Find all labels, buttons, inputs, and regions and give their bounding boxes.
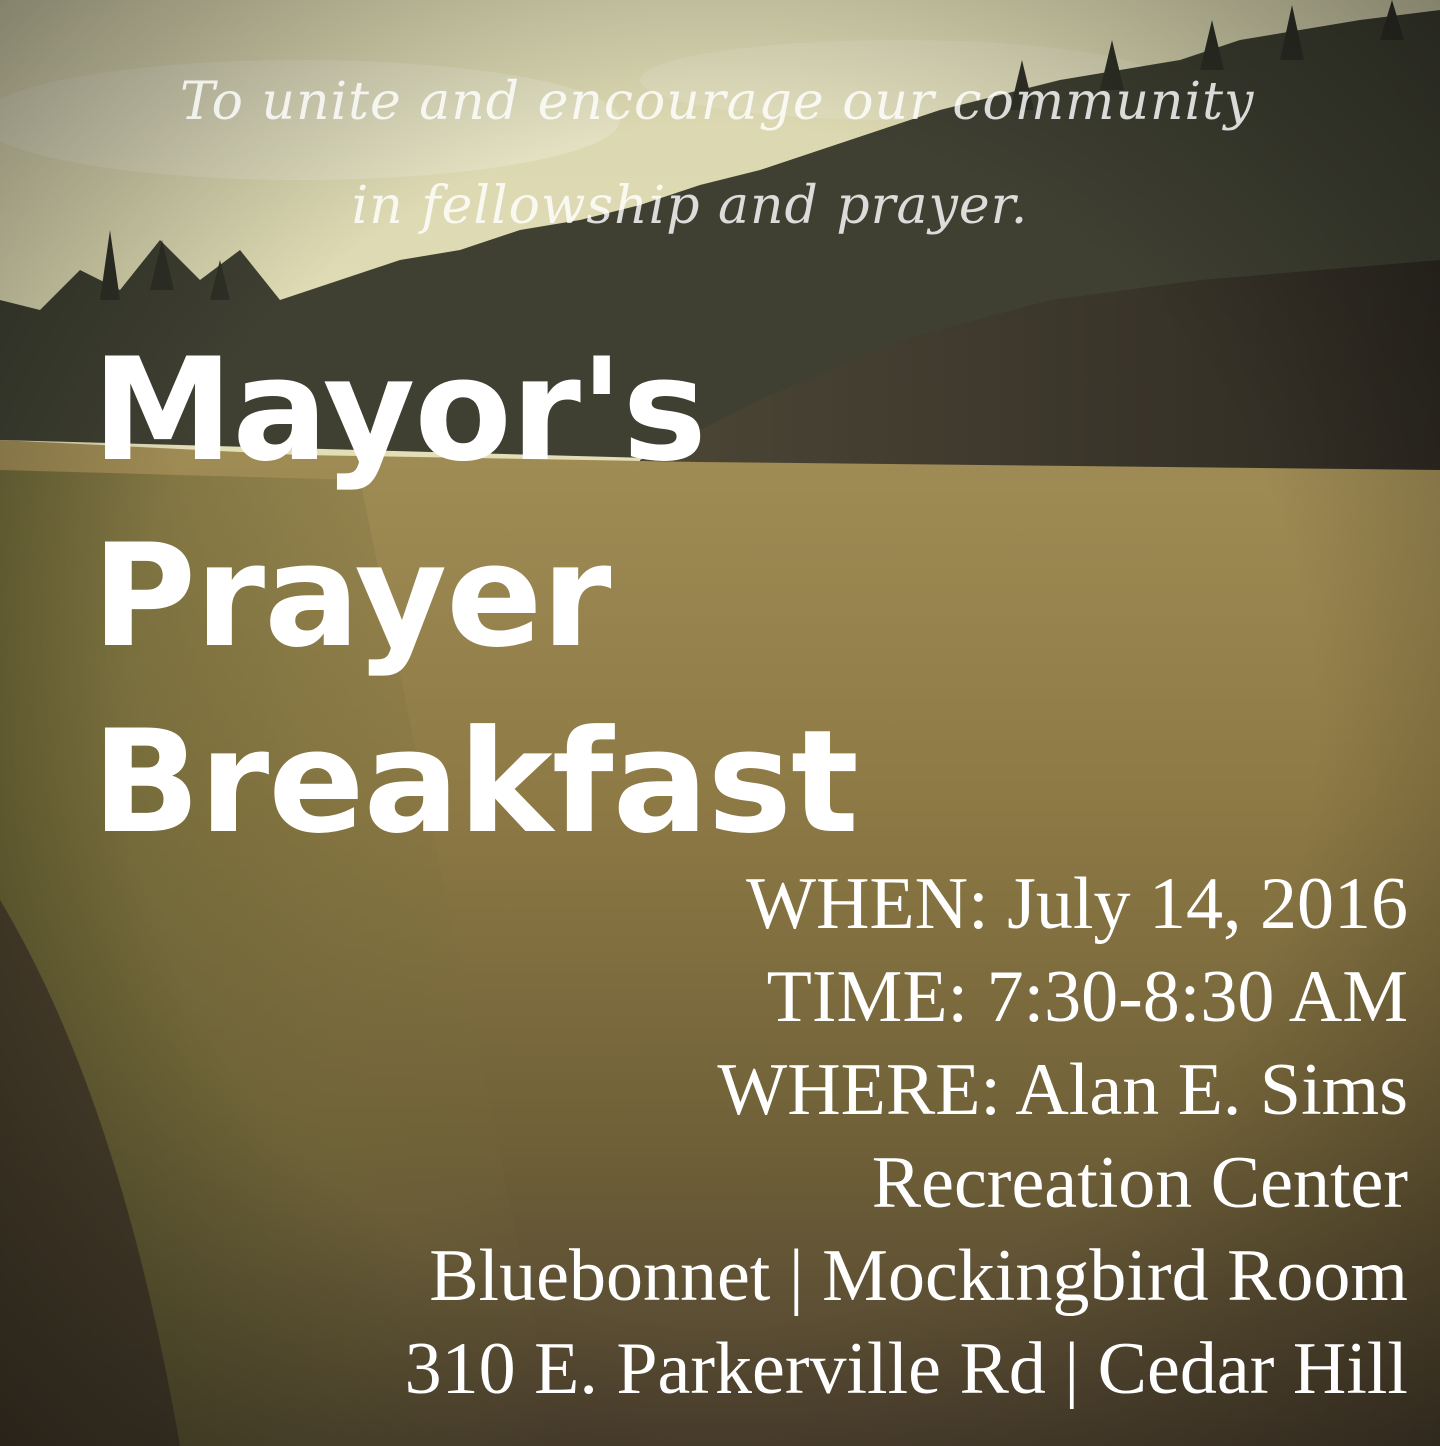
event-date: WHEN: July 14, 2016 [746, 863, 1408, 945]
tagline: To unite and encourage our community in … [180, 50, 1255, 258]
title-line-1: Mayor's [92, 328, 707, 493]
tagline-line-2: in fellowship and prayer. [351, 176, 1029, 236]
tagline-line-1: To unite and encourage our community [180, 72, 1255, 132]
event-room: Bluebonnet | Mockingbird Room [429, 1235, 1408, 1317]
event-title: Mayor's Prayer Breakfast [92, 318, 859, 876]
title-line-2: Prayer [92, 514, 611, 679]
title-line-3: Breakfast [92, 700, 859, 865]
event-time: TIME: 7:30-8:30 AM [766, 956, 1408, 1038]
event-venue: Recreation Center [871, 1142, 1408, 1224]
event-location: WHERE: Alan E. Sims [717, 1049, 1408, 1131]
event-details: WHEN: July 14, 2016 TIME: 7:30-8:30 AM W… [208, 858, 1408, 1416]
event-address: 310 E. Parkerville Rd | Cedar Hill [404, 1328, 1408, 1410]
flyer: To unite and encourage our community in … [0, 0, 1440, 1446]
